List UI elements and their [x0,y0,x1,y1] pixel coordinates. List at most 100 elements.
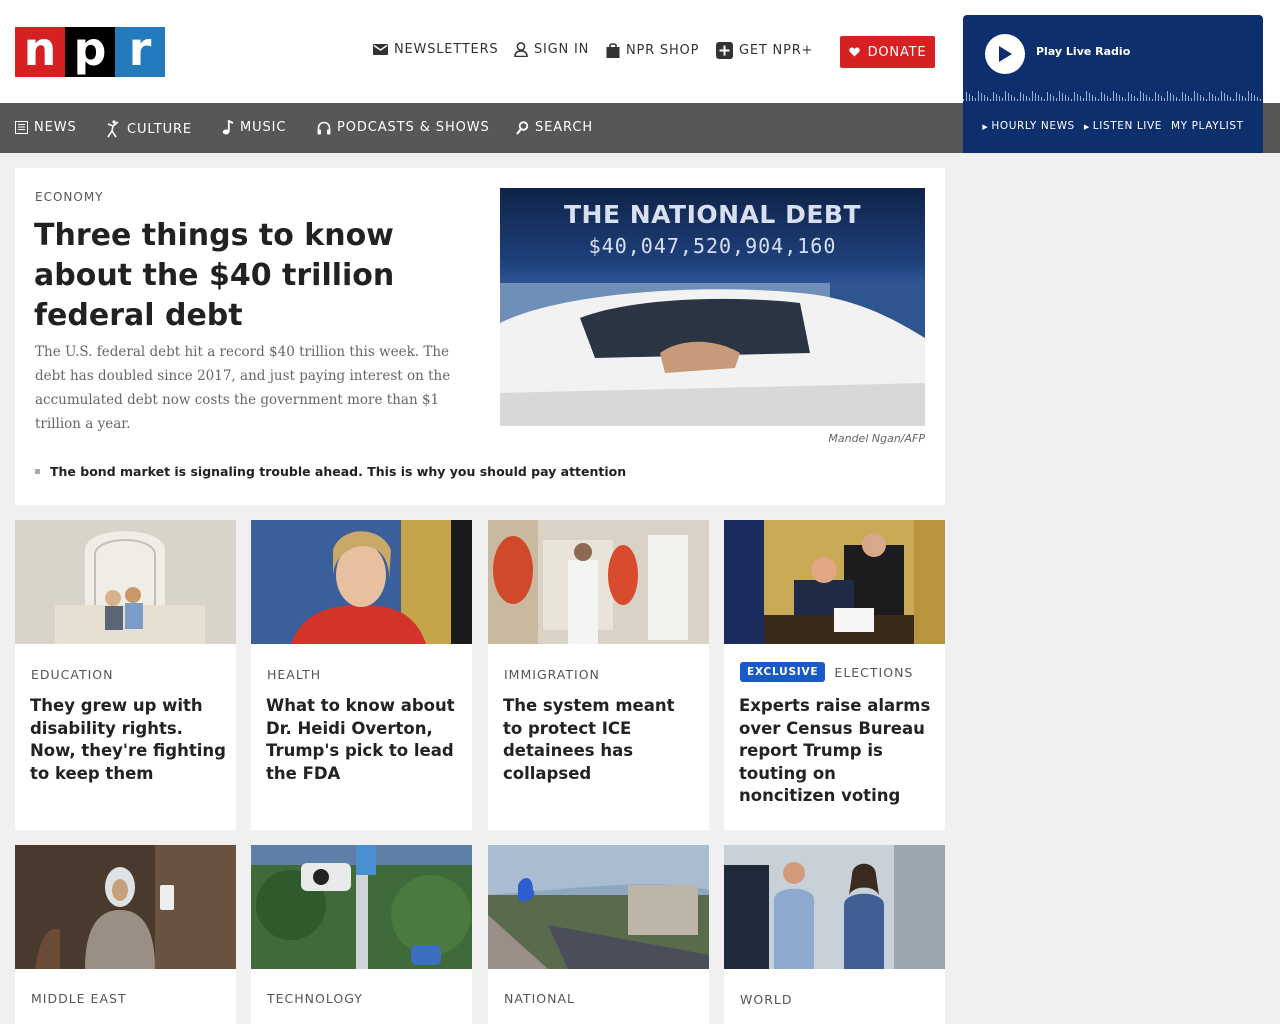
waveform-bar [1170,93,1171,101]
waveform-bar [1017,99,1018,101]
debt-sign-title: THE NATIONAL DEBT [563,200,862,229]
waveform-bar [1083,98,1084,101]
waveform-bar [1014,97,1015,101]
story-slug[interactable]: EDUCATION [31,667,114,682]
nav-music[interactable]: MUSIC [222,120,286,135]
npr-shop-label: NPR SHOP [626,42,700,58]
nav-culture[interactable]: CULTURE [105,120,192,138]
get-npr-plus-label: GET NPR+ [739,43,814,58]
waveform-bar [1131,94,1132,101]
waveform-bar [1203,97,1204,101]
waveform-bar [1113,91,1114,101]
hero-title[interactable]: Three things to know about the $40 trill… [34,216,474,336]
story-slug[interactable]: TECHNOLOGY [267,991,363,1006]
story-card[interactable]: EDUCATION They grew up with disability r… [15,520,236,830]
waveform-bar [1098,99,1099,101]
story-slug[interactable]: NATIONAL [504,991,575,1006]
story-slug[interactable]: MIDDLE EAST [31,991,127,1006]
story-title[interactable]: They grew up with disability rights. Now… [30,695,226,785]
waveform-bar [1086,91,1087,101]
story-card[interactable]: HEALTH What to know about Dr. Heidi Over… [251,520,472,830]
donate-button[interactable]: DONATE [840,36,935,68]
hero-slug[interactable]: ECONOMY [35,190,104,204]
waveform-bar [1176,97,1177,101]
waveform-bar [1125,99,1126,101]
get-npr-plus-link[interactable]: GET NPR+ [716,42,813,59]
waveform-bar [1188,96,1189,101]
waveform-bar [1149,97,1150,101]
waveform-bar [1215,96,1216,101]
story-image [251,845,472,969]
hero-story: ECONOMY Three things to know about the $… [15,168,945,505]
waveform-bar [1116,93,1117,101]
npr-shop-link[interactable]: NPR SHOP [606,42,699,58]
story-image [15,845,236,969]
story-image [488,845,709,969]
story-slug[interactable]: ELECTIONS [834,665,913,680]
music-note-icon [222,120,234,135]
hourly-news-link[interactable]: ▶ HOURLY NEWS [982,120,1074,132]
shopping-bag-icon [606,43,620,58]
listen-live-link[interactable]: ▶ LISTEN LIVE [1084,120,1162,132]
waveform-bar [1260,99,1261,101]
nav-podcasts-shows[interactable]: PODCASTS & SHOWS [317,120,490,135]
waveform-bar [1038,95,1039,101]
story-card[interactable]: MIDDLE EAST [15,845,236,1024]
waveform-bar [1200,95,1201,101]
waveform-bar [1185,94,1186,101]
exclusive-badge: EXCLUSIVE [740,662,826,682]
story-image [724,520,945,644]
waveform-bar [1224,93,1225,101]
hourly-news-label: HOURLY NEWS [991,120,1075,132]
waveform-bar [1221,91,1222,101]
waveform-bar [978,91,979,101]
story-slug[interactable]: IMMIGRATION [504,667,600,682]
waveform-bar [1251,93,1252,101]
waveform-bar [1047,92,1048,101]
waveform-bar [1053,96,1054,101]
story-card[interactable]: IMMIGRATION The system meant to protect … [488,520,709,830]
waveform-bar [1119,95,1120,101]
story-slug[interactable]: WORLD [740,992,792,1007]
waveform-bar [1218,98,1219,101]
logo-letter-p: p [65,26,115,77]
waveform-bar [1011,95,1012,101]
bullet-square [35,469,40,474]
story-title[interactable]: What to know about Dr. Heidi Overton, Tr… [266,695,462,785]
waveform-bar [1140,91,1141,101]
debt-sign-number: $40,047,520,904,160 [588,234,837,258]
play-icon [999,46,1012,62]
live-radio-player: Play Live Radio ▶ HOURLY NEWS ▶ LISTEN LIV… [963,15,1263,153]
sign-in-link[interactable]: SIGN IN [514,42,589,57]
waveform-bar [981,93,982,101]
my-playlist-link[interactable]: MY PLAYLIST [1171,120,1244,132]
waveform-bar [1089,93,1090,101]
newsletters-link[interactable]: NEWSLETTERS [373,42,498,57]
nav-search[interactable]: SEARCH [516,120,593,135]
related-story-link[interactable]: The bond market is signaling trouble ahe… [35,464,626,479]
play-live-radio-label[interactable]: Play Live Radio [1036,45,1130,58]
story-title[interactable]: The system meant to protect ICE detainee… [503,695,699,785]
waveform-bar [1206,99,1207,101]
hero-teaser[interactable]: The U.S. federal debt hit a record $40 t… [35,340,475,436]
nav-search-label: SEARCH [535,120,593,135]
story-card[interactable]: EXCLUSIVE ELECTIONS Experts raise alarms… [724,520,945,830]
npr-logo[interactable]: n p r [15,26,165,77]
waveform-bar [1020,92,1021,101]
waveform-bar [1194,91,1195,101]
waveform-bar [1128,92,1129,101]
waveform-bar [1236,92,1237,101]
story-slug[interactable]: HEALTH [267,667,321,682]
story-title[interactable]: Experts raise alarms over Census Bureau … [739,695,935,808]
dancer-icon [107,120,119,138]
waveform-bar [1122,97,1123,101]
nav-news[interactable]: NEWS [15,120,77,135]
waveform-bar [1092,95,1093,101]
story-card[interactable]: TECHNOLOGY [251,845,472,1024]
hero-image[interactable]: THE NATIONAL DEBT $40,047,520,904,160 [500,188,925,426]
waveform-bar [990,99,991,101]
car-photo [500,283,925,426]
story-card[interactable]: NATIONAL [488,845,709,1024]
play-live-radio-button[interactable] [985,34,1025,74]
story-card[interactable]: WORLD [724,845,945,1024]
